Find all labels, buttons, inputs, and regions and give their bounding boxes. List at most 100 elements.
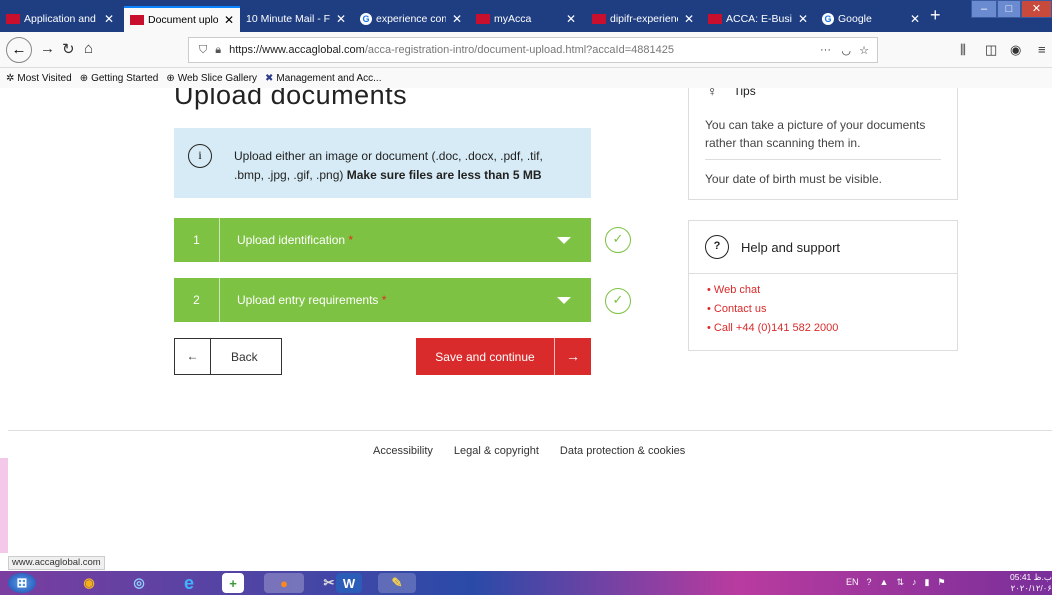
show-hidden-icons-icon[interactable]: ▲ bbox=[880, 577, 889, 588]
chevron-down-icon[interactable] bbox=[557, 296, 571, 304]
footer-links: Accessibility Legal & copyright Data pro… bbox=[373, 445, 706, 457]
bookmark-label: Management and Acc... bbox=[276, 72, 382, 84]
help-tray-icon[interactable]: ? bbox=[867, 577, 872, 588]
contact-us-link[interactable]: Contact us bbox=[707, 303, 838, 315]
new-tab-icon[interactable]: + bbox=[930, 5, 941, 26]
tab-title: experience confi bbox=[376, 13, 446, 25]
minimize-button[interactable]: – bbox=[971, 0, 997, 18]
tab-experience[interactable]: G experience confi ✕ bbox=[354, 6, 468, 32]
tab-dipifr[interactable]: dipifr-experience ✕ bbox=[586, 6, 700, 32]
section-label: Upload entry requirements * bbox=[237, 293, 557, 307]
acca-favicon-icon bbox=[6, 14, 20, 24]
close-tab-icon[interactable]: ✕ bbox=[336, 12, 346, 26]
word-icon[interactable]: W bbox=[336, 573, 362, 593]
globe-icon: ⊕ bbox=[166, 72, 175, 84]
phone-link[interactable]: Call +44 (0)141 582 2000 bbox=[707, 322, 838, 334]
sidebar-icon[interactable]: ◫ bbox=[985, 42, 997, 58]
network-icon[interactable]: ⇅ bbox=[896, 577, 904, 588]
chevron-down-icon[interactable] bbox=[557, 236, 571, 244]
upload-identification-section[interactable]: 1 Upload identification * bbox=[174, 218, 591, 262]
data-protection-link[interactable]: Data protection & cookies bbox=[560, 445, 685, 457]
info-size-limit: Make sure files are less than 5 MB bbox=[346, 168, 542, 182]
tips-card: ♀ Tips You can take a picture of your do… bbox=[688, 88, 958, 200]
tab-10-minute-mail[interactable]: 10 Minute Mail - Fre ✕ bbox=[240, 6, 352, 32]
accessibility-link[interactable]: Accessibility bbox=[373, 445, 433, 457]
tab-title: ACCA: E-Busines bbox=[726, 13, 792, 25]
bookmark-most-visited[interactable]: ✲ Most Visited bbox=[6, 73, 72, 84]
globe-icon: ⊕ bbox=[79, 72, 89, 84]
signal-icon[interactable]: ▮ bbox=[925, 577, 930, 588]
section-title: Upload entry requirements bbox=[237, 293, 379, 307]
url-domain: https://www.accaglobal.com bbox=[229, 44, 365, 56]
tab-google[interactable]: G Google ✕ bbox=[816, 6, 926, 32]
reload-icon[interactable]: ↻ bbox=[62, 40, 75, 58]
flag-icon[interactable]: ⚑ bbox=[937, 577, 945, 588]
account-icon[interactable]: ◉ bbox=[1010, 42, 1021, 58]
step-number: 2 bbox=[174, 278, 220, 322]
shield-icon[interactable]: ⛉ bbox=[199, 44, 207, 57]
paint-icon[interactable]: ✎ bbox=[378, 573, 416, 593]
close-tab-icon[interactable]: ✕ bbox=[798, 12, 808, 26]
browser-tab-strip: Application and ✕ Document uplo ✕ 10 Min… bbox=[0, 0, 1052, 32]
bookmark-label: Getting Started bbox=[91, 72, 159, 84]
back-arrow-icon[interactable]: ← bbox=[6, 37, 32, 63]
save-label: Save and continue bbox=[435, 349, 535, 364]
home-icon[interactable]: ⌂ bbox=[84, 40, 93, 57]
acca-favicon-icon bbox=[130, 15, 144, 25]
media-player-icon[interactable]: ◎ bbox=[128, 573, 150, 593]
web-chat-link[interactable]: Web chat bbox=[707, 284, 838, 296]
bookmark-label: Most Visited bbox=[17, 72, 72, 84]
url-bar[interactable]: ⛉ 🔒︎ https://www.accaglobal.com /acca-re… bbox=[188, 37, 878, 63]
volume-icon[interactable]: ♪ bbox=[912, 577, 917, 588]
close-tab-icon[interactable]: ✕ bbox=[684, 12, 694, 26]
clock[interactable]: 05:41 ب.ظ ۲۰۲۰/۱۲/۰۶ bbox=[1010, 572, 1052, 594]
decorative-strip bbox=[0, 458, 8, 553]
required-marker: * bbox=[348, 233, 354, 247]
menu-icon[interactable]: ≡ bbox=[1038, 42, 1046, 57]
tip-text: Your date of birth must be visible. bbox=[705, 172, 882, 186]
acca-favicon-icon bbox=[476, 14, 490, 24]
firefox-icon[interactable]: ● bbox=[264, 573, 304, 593]
checkmark-icon: ✓ bbox=[605, 227, 631, 253]
bookmark-getting-started[interactable]: ⊕ Getting Started bbox=[80, 73, 159, 84]
system-tray: EN ? ▲ ⇅ ♪ ▮ ⚑ bbox=[846, 577, 954, 588]
bookmarks-bar: ✲ Most Visited ⊕ Getting Started ⊕ Web Slic… bbox=[0, 68, 1052, 88]
chrome-icon[interactable]: ◉ bbox=[78, 573, 100, 593]
forward-arrow-icon[interactable]: → bbox=[40, 40, 55, 57]
save-and-continue-button[interactable]: Save and continue → bbox=[416, 338, 591, 375]
clock-time: 05:41 ب.ظ bbox=[1010, 572, 1052, 582]
tab-myacca[interactable]: myAcca ✕ bbox=[470, 6, 582, 32]
back-button[interactable]: ← Back bbox=[174, 338, 282, 375]
lock-icon[interactable]: 🔒︎ bbox=[215, 44, 221, 57]
internet-explorer-icon[interactable]: e bbox=[178, 573, 200, 593]
maximize-button[interactable]: □ bbox=[997, 0, 1021, 18]
logo-icon: ✖ bbox=[265, 72, 274, 84]
tab-application[interactable]: Application and ✕ bbox=[0, 6, 120, 32]
library-icon[interactable]: ⫼ bbox=[960, 42, 966, 58]
bookmark-star-icon[interactable]: ☆ bbox=[859, 44, 869, 57]
close-tab-icon[interactable]: ✕ bbox=[566, 12, 576, 26]
tab-title: myAcca bbox=[494, 13, 532, 25]
tips-header: ♀ Tips bbox=[707, 88, 756, 99]
close-tab-icon[interactable]: ✕ bbox=[224, 13, 234, 27]
app-icon[interactable]: + bbox=[222, 573, 244, 593]
upload-entry-requirements-section[interactable]: 2 Upload entry requirements * bbox=[174, 278, 591, 322]
page-content: Upload documents i Upload either an imag… bbox=[0, 88, 1052, 553]
pocket-icon[interactable]: ◡ bbox=[841, 44, 851, 57]
tab-document-upload[interactable]: Document uplo ✕ bbox=[124, 6, 240, 32]
legal-link[interactable]: Legal & copyright bbox=[454, 445, 539, 457]
start-button[interactable]: ⊞ bbox=[8, 573, 36, 593]
divider bbox=[689, 273, 957, 274]
help-header: ? Help and support bbox=[705, 235, 840, 259]
close-tab-icon[interactable]: ✕ bbox=[104, 12, 114, 26]
tab-acca-ebusiness[interactable]: ACCA: E-Busines ✕ bbox=[702, 6, 814, 32]
close-window-button[interactable]: ✕ bbox=[1021, 0, 1052, 18]
page-actions-icon[interactable]: ··· bbox=[820, 44, 831, 56]
close-tab-icon[interactable]: ✕ bbox=[452, 12, 462, 26]
language-indicator[interactable]: EN bbox=[846, 577, 859, 588]
help-links: Web chat Contact us Call +44 (0)141 582 … bbox=[707, 284, 838, 341]
tab-title: Document uplo bbox=[148, 14, 218, 26]
close-tab-icon[interactable]: ✕ bbox=[910, 12, 920, 26]
bookmark-web-slice-gallery[interactable]: ⊕ Web Slice Gallery bbox=[166, 73, 257, 84]
bookmark-management[interactable]: ✖ Management and Acc... bbox=[265, 73, 381, 84]
